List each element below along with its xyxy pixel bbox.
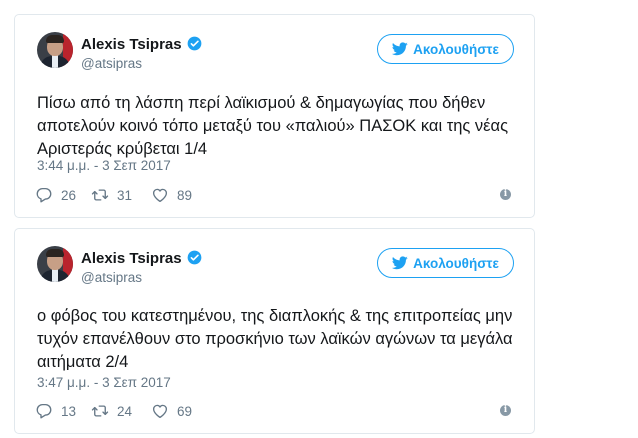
reply-count: 13: [61, 403, 77, 419]
embedded-tweet: Alexis Tsipras @atsipras Ακολουθήστε ο φ…: [14, 228, 535, 434]
heart-icon: [152, 188, 168, 203]
like-count: 89: [177, 187, 193, 203]
reply-icon: [36, 403, 52, 419]
info-icon[interactable]: i: [500, 189, 511, 200]
like-button[interactable]: 89: [151, 186, 192, 204]
tweet-text: ο φόβος του κατεστημένου, της διαπλοκής …: [37, 307, 513, 371]
retweet-button[interactable]: 31: [91, 186, 132, 204]
tweet-text: Πίσω από τη λάσπη περί λαϊκισμού & δημαγ…: [37, 94, 509, 158]
retweet-icon: [91, 189, 109, 201]
retweet-count: 24: [117, 403, 133, 419]
author-handle[interactable]: @atsipras: [81, 270, 142, 285]
reply-button[interactable]: 26: [35, 186, 76, 204]
author-handle[interactable]: @atsipras: [81, 56, 142, 71]
reply-icon: [36, 187, 52, 203]
heart-icon: [152, 404, 168, 419]
twitter-bird-icon: [392, 42, 408, 56]
follow-button-label: Ακολουθήστε: [413, 255, 499, 271]
avatar[interactable]: [37, 246, 73, 282]
reply-count: 26: [61, 187, 77, 203]
tweet-timestamp[interactable]: 3:47 μ.μ. - 3 Σεπ 2017: [37, 375, 171, 390]
like-count: 69: [177, 403, 193, 419]
author-name[interactable]: Alexis Tsipras: [81, 250, 202, 267]
like-button[interactable]: 69: [151, 402, 192, 420]
retweet-icon: [91, 405, 109, 417]
verified-badge-icon: [187, 36, 201, 51]
reply-button[interactable]: 13: [35, 402, 76, 420]
verified-badge-icon: [187, 250, 201, 265]
author-name-text[interactable]: Alexis Tsipras: [81, 250, 182, 267]
retweet-count: 31: [117, 187, 133, 203]
follow-button[interactable]: Ακολουθήστε: [377, 248, 514, 278]
author-name[interactable]: Alexis Tsipras: [81, 36, 202, 53]
retweet-button[interactable]: 24: [91, 402, 132, 420]
follow-button-label: Ακολουθήστε: [413, 41, 499, 57]
tweet-timestamp[interactable]: 3:44 μ.μ. - 3 Σεπ 2017: [37, 158, 171, 173]
info-icon[interactable]: i: [500, 405, 511, 416]
avatar[interactable]: [37, 32, 73, 68]
twitter-bird-icon: [392, 256, 408, 270]
embedded-tweet: Alexis Tsipras @atsipras Ακολουθήστε Πίσ…: [14, 14, 535, 218]
author-name-text[interactable]: Alexis Tsipras: [81, 36, 182, 53]
follow-button[interactable]: Ακολουθήστε: [377, 34, 514, 64]
